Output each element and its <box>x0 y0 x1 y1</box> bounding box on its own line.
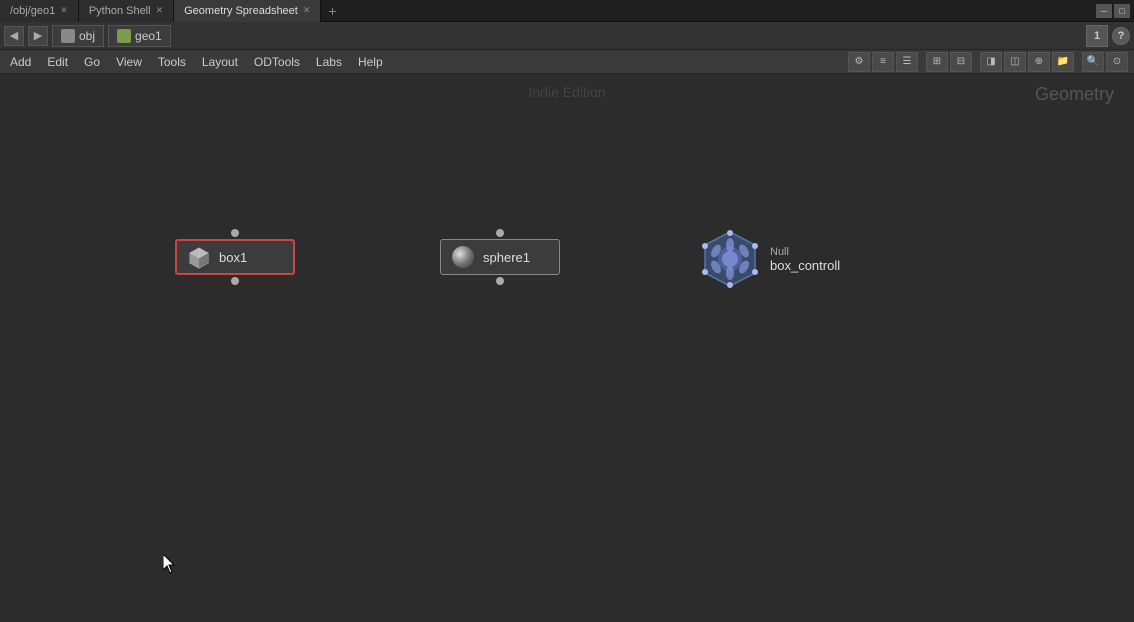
null-hexagon-svg <box>700 229 760 289</box>
toolbar-btn-settings2[interactable]: ⊙ <box>1106 52 1128 72</box>
toolbar-btn-layer[interactable]: ⊕ <box>1028 52 1050 72</box>
tab-bar: /obj/geo1 ✕ Python Shell ✕ Geometry Spre… <box>0 0 1134 22</box>
toolbar-btn-list1[interactable]: ≡ <box>872 52 894 72</box>
menu-odtools[interactable]: ODTools <box>246 50 308 74</box>
tab-python-shell[interactable]: Python Shell ✕ <box>79 0 174 22</box>
node-box1-connector-bottom[interactable] <box>231 277 239 285</box>
path-bar: ◀ ▶ obj geo1 1 ? <box>0 22 1134 50</box>
menu-edit[interactable]: Edit <box>39 50 76 74</box>
node-box1[interactable]: box1 <box>175 229 295 285</box>
toolbar-btn-grid1[interactable]: ⊞ <box>926 52 948 72</box>
toolbar-btn-split2[interactable]: ◫ <box>1004 52 1026 72</box>
tab-geometry-spreadsheet-label: Geometry Spreadsheet <box>184 5 298 17</box>
null-info: Null box_controll <box>770 246 840 273</box>
path-obj-label: obj <box>79 29 95 43</box>
sphere-svg <box>452 246 474 268</box>
cube-svg <box>186 244 212 270</box>
toolbar-right: ⚙ ≡ ☰ ⊞ ⊟ ◨ ◫ ⊕ 📁 🔍 ⊙ <box>848 52 1132 72</box>
node-sphere1-connector-top[interactable] <box>496 229 504 237</box>
toolbar-btn-search[interactable]: 🔍 <box>1082 52 1104 72</box>
path-obj-segment[interactable]: obj <box>52 25 104 47</box>
tab-geo1-label: /obj/geo1 <box>10 5 55 17</box>
canvas-area[interactable]: Indie Edition Geometry box1 <box>0 74 1134 622</box>
toolbar-btn-list2[interactable]: ☰ <box>896 52 918 72</box>
menu-view[interactable]: View <box>108 50 150 74</box>
node-box1-label: box1 <box>219 250 247 265</box>
null-type-label: Null <box>770 246 840 258</box>
node-box1-body[interactable]: box1 <box>175 239 295 275</box>
tab-geo1[interactable]: /obj/geo1 ✕ <box>0 0 79 22</box>
tab-geometry-spreadsheet-close[interactable]: ✕ <box>303 5 311 16</box>
menu-bar: Add Edit Go View Tools Layout ODTools La… <box>0 50 1134 74</box>
path-geo1-segment[interactable]: geo1 <box>108 25 171 47</box>
node-sphere1-body[interactable]: sphere1 <box>440 239 560 275</box>
tab-minimize-button[interactable]: ─ <box>1096 4 1112 18</box>
tab-python-shell-label: Python Shell <box>89 5 151 17</box>
menu-add[interactable]: Add <box>2 50 39 74</box>
node-counter: 1 <box>1086 25 1108 47</box>
node-sphere1[interactable]: sphere1 <box>440 229 560 285</box>
path-geo1-label: geo1 <box>135 29 162 43</box>
node-box1-connector-top[interactable] <box>231 229 239 237</box>
node-null[interactable]: Null box_controll <box>700 229 840 289</box>
null-icon <box>700 229 760 289</box>
geo1-icon <box>117 29 131 43</box>
node-box1-icon <box>185 243 213 271</box>
menu-layout[interactable]: Layout <box>194 50 246 74</box>
menu-go[interactable]: Go <box>76 50 108 74</box>
forward-button[interactable]: ▶ <box>28 26 48 46</box>
tab-controls: ─ □ <box>1096 4 1134 18</box>
toolbar-btn-grid2[interactable]: ⊟ <box>950 52 972 72</box>
menu-tools[interactable]: Tools <box>150 50 194 74</box>
cursor-indicator <box>163 554 177 579</box>
tab-maximize-button[interactable]: □ <box>1114 4 1130 18</box>
node-sphere1-icon <box>449 243 477 271</box>
null-name-label: box_controll <box>770 258 840 273</box>
geo-label: Geometry <box>1035 84 1114 105</box>
toolbar-btn-folder[interactable]: 📁 <box>1052 52 1074 72</box>
tab-geometry-spreadsheet[interactable]: Geometry Spreadsheet ✕ <box>174 0 321 22</box>
back-button[interactable]: ◀ <box>4 26 24 46</box>
tab-geo1-close[interactable]: ✕ <box>60 5 68 16</box>
obj-icon <box>61 29 75 43</box>
menu-labs[interactable]: Labs <box>308 50 350 74</box>
tab-add-button[interactable]: + <box>321 0 343 22</box>
watermark: Indie Edition <box>528 84 605 100</box>
null-node-body[interactable]: Null box_controll <box>700 229 840 289</box>
node-sphere1-connector-bottom[interactable] <box>496 277 504 285</box>
path-right: 1 ? <box>1086 25 1130 47</box>
help-button[interactable]: ? <box>1112 27 1130 45</box>
tab-python-shell-close[interactable]: ✕ <box>156 5 164 16</box>
cursor-svg <box>163 554 177 574</box>
node-sphere1-label: sphere1 <box>483 250 530 265</box>
menu-help[interactable]: Help <box>350 50 391 74</box>
toolbar-btn-split1[interactable]: ◨ <box>980 52 1002 72</box>
toolbar-btn-settings[interactable]: ⚙ <box>848 52 870 72</box>
